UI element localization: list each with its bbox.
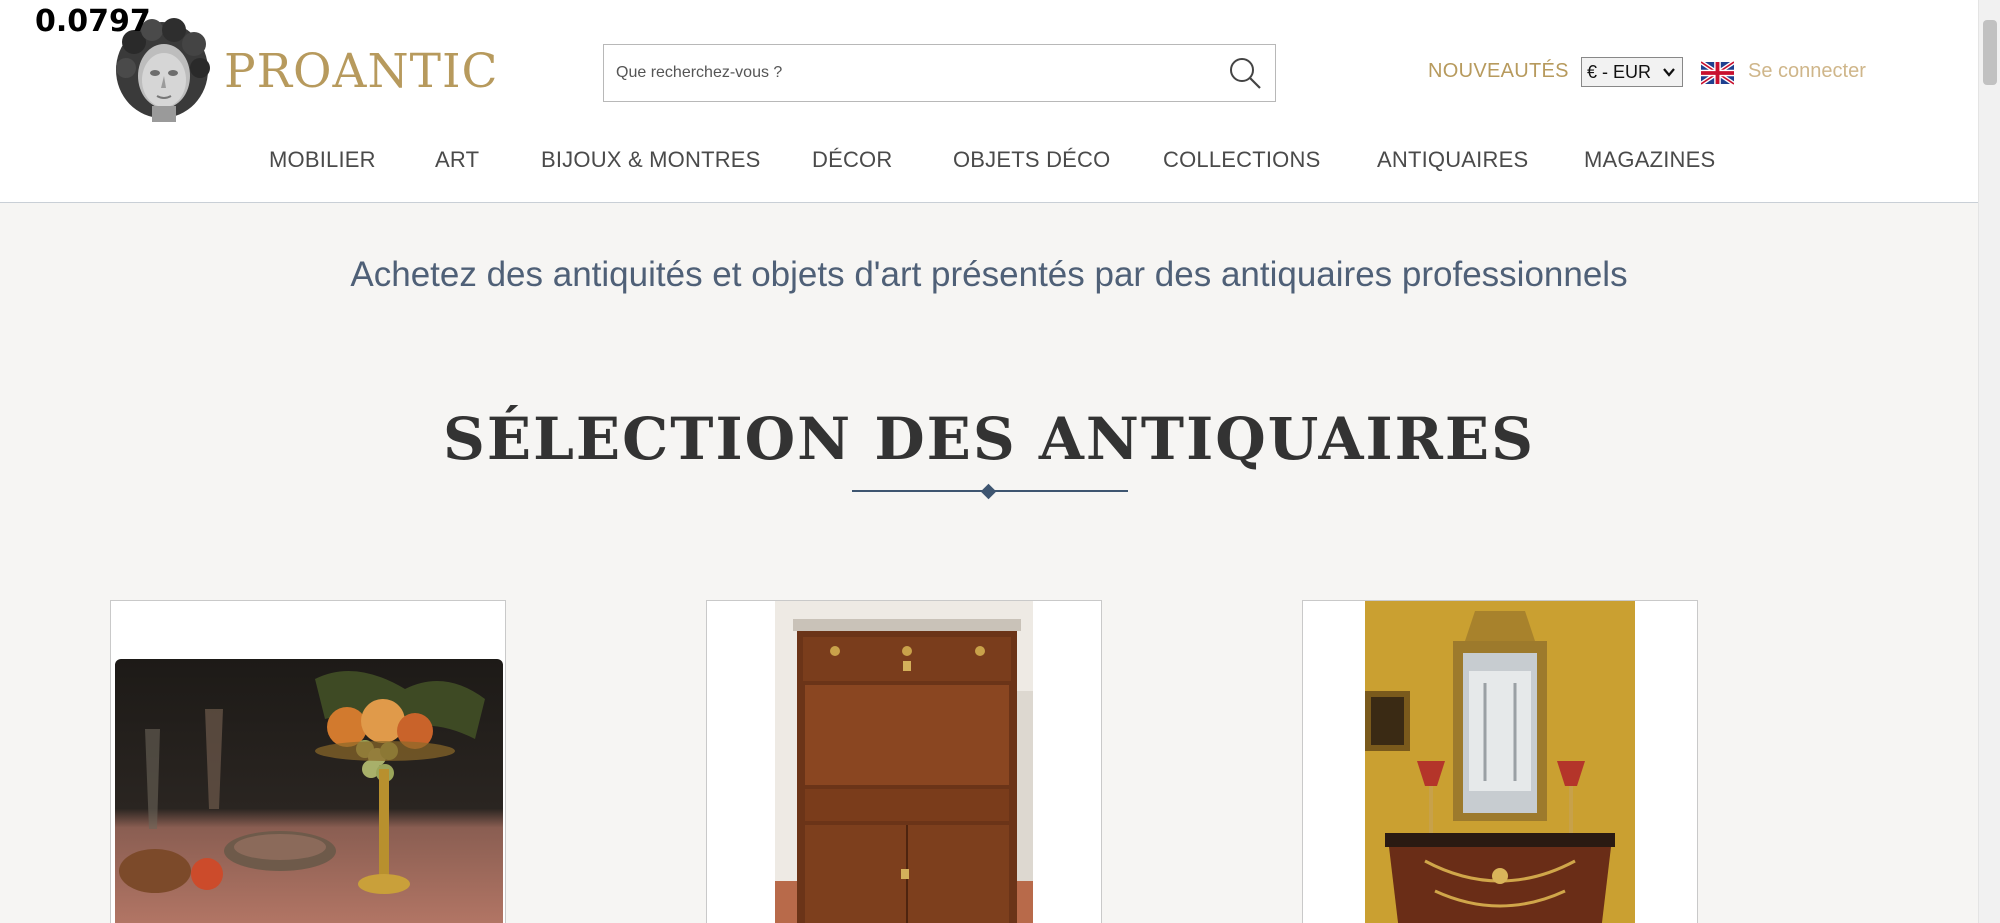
- nav-item-mobilier[interactable]: MOBILIER: [269, 147, 376, 173]
- new-arrivals-link[interactable]: NOUVEAUTÉS: [1428, 60, 1569, 83]
- nav-item-art[interactable]: ART: [435, 147, 479, 173]
- search-icon: [1230, 58, 1261, 89]
- divider-diamond-icon: [980, 483, 997, 500]
- overlay-score: 0.0797: [35, 4, 151, 39]
- section-title: SÉLECTION DES ANTIQUAIRES: [443, 405, 1535, 473]
- chevron-down-icon: [1663, 68, 1675, 77]
- product-card-secretary[interactable]: [706, 600, 1102, 923]
- scrollbar-thumb[interactable]: [1983, 20, 1997, 85]
- search-input[interactable]: [616, 45, 1206, 101]
- still-life-painting-image: [115, 659, 503, 923]
- uk-flag-icon[interactable]: [1699, 60, 1736, 86]
- search-button[interactable]: [1225, 55, 1265, 91]
- nav-item-collections[interactable]: COLLECTIONS: [1163, 147, 1320, 173]
- tagline: Achetez des antiquités et objets d'art p…: [350, 255, 1628, 294]
- main-nav: MOBILIER ART BIJOUX & MONTRES DÉCOR OBJE…: [0, 147, 1978, 183]
- nav-item-antiquaires[interactable]: ANTIQUAIRES: [1377, 147, 1528, 173]
- site-header: PROANTIC NOUVEAUTÉS € - EUR: [0, 0, 1978, 203]
- page-scrollbar[interactable]: [1978, 0, 2000, 923]
- currency-value: € - EUR: [1587, 61, 1652, 82]
- product-card-painting[interactable]: [110, 600, 506, 923]
- nav-item-objets-deco[interactable]: OBJETS DÉCO: [953, 147, 1110, 173]
- mirror-commode-image: [1365, 601, 1635, 923]
- brand-name[interactable]: PROANTIC: [224, 44, 499, 99]
- product-card-mirror-commode[interactable]: [1302, 600, 1698, 923]
- nav-item-decor[interactable]: DÉCOR: [812, 147, 892, 173]
- login-link[interactable]: Se connecter: [1748, 60, 1866, 83]
- secretary-cabinet-image: [775, 601, 1033, 923]
- search-bar: [603, 44, 1276, 102]
- currency-select[interactable]: € - EUR: [1581, 57, 1683, 87]
- nav-item-bijoux-montres[interactable]: BIJOUX & MONTRES: [541, 147, 761, 173]
- page: 0.0797 PROANTIC Que recherchez-vous ? NO…: [0, 0, 2000, 923]
- nav-item-magazines[interactable]: MAGAZINES: [1584, 147, 1715, 173]
